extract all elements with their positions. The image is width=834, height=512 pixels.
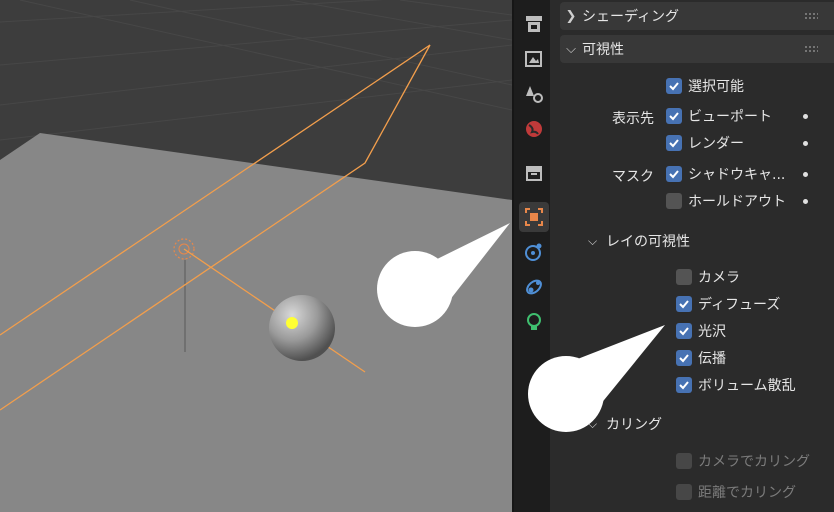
check-icon xyxy=(669,170,679,179)
ray-visibility-subpanel-header[interactable]: ⌵ レイの可視性 xyxy=(588,228,690,254)
ray-volume-scatter-checkbox-row[interactable]: ボリューム散乱 xyxy=(676,373,796,397)
render-label: レンダー xyxy=(688,136,744,152)
ray-camera-label: カメラ xyxy=(698,270,740,286)
visibility-title: 可視性 xyxy=(582,42,624,58)
holdout-checkbox[interactable] xyxy=(666,193,682,209)
physics-icon xyxy=(525,243,542,261)
show-in-label: 表示先 xyxy=(612,111,654,127)
collection-tab[interactable] xyxy=(519,158,549,188)
ray-camera-checkbox[interactable] xyxy=(676,269,692,285)
check-icon xyxy=(669,82,679,91)
viewport-label: ビューポート xyxy=(688,109,772,125)
camera-culling-checkbox-row[interactable]: カメラでカリング xyxy=(676,449,810,473)
ray-transmission-checkbox-row[interactable]: 伝播 xyxy=(676,346,726,370)
ray-volume-scatter-label: ボリューム散乱 xyxy=(698,378,796,394)
ray-diffuse-label: ディフューズ xyxy=(698,297,781,313)
render-checkbox-row[interactable]: レンダー xyxy=(666,131,744,155)
constraints-icon xyxy=(526,279,542,295)
selectable-checkbox[interactable] xyxy=(666,78,682,94)
render-icon xyxy=(526,16,542,32)
output-tab[interactable] xyxy=(519,44,549,74)
keyframe-dot-icon[interactable] xyxy=(803,199,808,204)
distance-culling-checkbox-row[interactable]: 距離でカリング xyxy=(676,480,796,504)
keyframe-dot-icon[interactable] xyxy=(803,141,808,146)
selectable-checkbox-row[interactable]: 選択可能 xyxy=(666,74,744,98)
visibility-panel-header[interactable]: ⌵ 可視性 xyxy=(560,35,834,63)
ray-transmission-label: 伝播 xyxy=(698,351,726,367)
drag-grip-icon[interactable] xyxy=(804,45,818,52)
drag-grip-icon[interactable] xyxy=(804,12,818,19)
holdout-checkbox-row[interactable]: ホールドアウト xyxy=(666,189,786,213)
mask-label: マスク xyxy=(612,169,654,185)
shadow-catcher-label: シャドウキャ... xyxy=(688,167,786,183)
ray-glossy-checkbox-row[interactable]: 光沢 xyxy=(676,319,726,343)
chevron-down-icon: ⌵ xyxy=(566,41,576,57)
viewport-checkbox-row[interactable]: ビューポート xyxy=(666,104,772,128)
shadow-catcher-checkbox-row[interactable]: シャドウキャ... xyxy=(666,162,785,186)
viewport-checkbox[interactable] xyxy=(666,108,682,124)
ray-camera-checkbox-row[interactable]: カメラ xyxy=(676,265,740,289)
ray-visibility-title: レイの可視性 xyxy=(606,234,690,250)
sphere-object xyxy=(269,295,335,361)
object-origin xyxy=(286,317,298,329)
object-tab[interactable] xyxy=(519,202,549,232)
ray-glossy-label: 光沢 xyxy=(698,324,726,340)
view-layer-tab[interactable] xyxy=(519,79,549,109)
check-icon xyxy=(679,300,689,309)
world-tab[interactable] xyxy=(519,114,549,144)
camera-culling-checkbox[interactable] xyxy=(676,453,692,469)
constraints-tab[interactable] xyxy=(519,272,549,302)
object-icon xyxy=(525,208,543,226)
chevron-down-icon: ⌵ xyxy=(588,233,598,248)
output-icon xyxy=(525,51,542,67)
distance-culling-label: 距離でカリング xyxy=(698,485,796,501)
view-layer-icon xyxy=(526,86,543,103)
distance-culling-checkbox[interactable] xyxy=(676,484,692,500)
shadow-catcher-checkbox[interactable] xyxy=(666,166,682,182)
shading-title: シェーディング xyxy=(582,9,680,25)
camera-culling-label: カメラでカリング xyxy=(698,454,810,470)
chevron-right-icon: ❯ xyxy=(565,8,577,24)
shading-panel-header[interactable]: ❯ シェーディング xyxy=(560,2,834,30)
render-checkbox[interactable] xyxy=(666,135,682,151)
callout-bubble xyxy=(377,223,510,327)
physics-tab[interactable] xyxy=(519,237,549,267)
keyframe-dot-icon[interactable] xyxy=(803,114,808,119)
keyframe-dot-icon[interactable] xyxy=(803,172,808,177)
collection-icon xyxy=(526,166,542,181)
check-icon xyxy=(669,139,679,148)
check-icon xyxy=(669,112,679,121)
world-icon xyxy=(526,121,542,137)
ray-diffuse-checkbox-row[interactable]: ディフューズ xyxy=(676,292,780,316)
render-tab[interactable] xyxy=(519,9,549,39)
ray-diffuse-checkbox[interactable] xyxy=(676,296,692,312)
selectable-label: 選択可能 xyxy=(688,79,744,95)
callout-bubble xyxy=(528,325,665,432)
holdout-label: ホールドアウト xyxy=(688,194,786,210)
